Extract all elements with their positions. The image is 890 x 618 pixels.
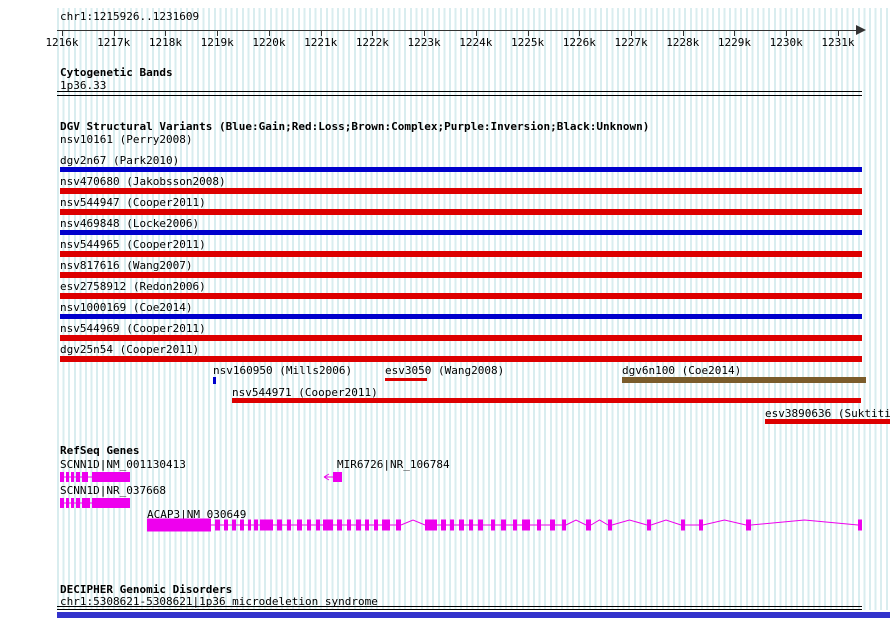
variant-bar[interactable]: [213, 377, 216, 384]
variant-label: nsv10161 (Perry2008): [60, 134, 192, 146]
ruler-tick-label: 1230k: [768, 37, 804, 49]
ruler-tick-label: 1223k: [406, 37, 442, 49]
variant-bar[interactable]: [60, 335, 862, 341]
variant-bar[interactable]: [385, 378, 427, 381]
variant-bar[interactable]: [60, 251, 862, 257]
ruler-tick-label: 1218k: [147, 37, 183, 49]
ruler-tick-label: 1231k: [820, 37, 856, 49]
variant-label: nsv160950 (Mills2006): [213, 365, 352, 377]
ruler-tick-label: 1225k: [510, 37, 546, 49]
variant-label: nsv544965 (Cooper2011): [60, 239, 206, 251]
region-label: chr1:1215926..1231609: [60, 11, 199, 23]
variant-label: nsv817616 (Wang2007): [60, 260, 192, 272]
variant-bar[interactable]: [765, 419, 890, 424]
variant-label: dgv6n100 (Coe2014): [622, 365, 741, 377]
ruler-tick-label: 1217k: [96, 37, 132, 49]
variant-bar[interactable]: [60, 209, 862, 215]
variant-label: nsv1000169 (Coe2014): [60, 302, 192, 314]
ruler-tick-label: 1220k: [251, 37, 287, 49]
cytoband-box[interactable]: [57, 91, 862, 96]
ruler-tick-label: 1224k: [458, 37, 494, 49]
section-title-dgv: DGV Structural Variants (Blue:Gain;Red:L…: [60, 121, 649, 133]
ruler-tick-label: 1222k: [354, 37, 390, 49]
gene-label: MIR6726|NR_106784: [337, 459, 450, 471]
variant-bar[interactable]: [60, 356, 862, 362]
ruler-tick-label: 1216k: [44, 37, 80, 49]
gene-glyph[interactable]: [147, 517, 864, 533]
variant-bar[interactable]: [60, 293, 862, 299]
variant-bar[interactable]: [60, 167, 862, 172]
ruler-tick-label: 1226k: [561, 37, 597, 49]
variant-bar[interactable]: [232, 398, 861, 403]
variant-label: nsv469848 (Locke2006): [60, 218, 199, 230]
variant-bar[interactable]: [60, 272, 862, 278]
variant-bar[interactable]: [60, 230, 862, 235]
variant-label: nsv470680 (Jakobsson2008): [60, 176, 226, 188]
variant-label: dgv25n54 (Cooper2011): [60, 344, 199, 356]
genome-browser: chr1:1215926..1231609 Cytogenetic Bands …: [0, 0, 890, 618]
ruler-tick-label: 1227k: [613, 37, 649, 49]
variant-label: dgv2n67 (Park2010): [60, 155, 179, 167]
variant-label: esv3050 (Wang2008): [385, 365, 504, 377]
ruler-tick-label: 1229k: [716, 37, 752, 49]
variant-bar[interactable]: [60, 314, 862, 319]
variant-label: nsv544969 (Cooper2011): [60, 323, 206, 335]
section-title-cytogenetic: Cytogenetic Bands: [60, 67, 173, 79]
section-title-refseq: RefSeq Genes: [60, 445, 139, 457]
decipher-feature-box[interactable]: [57, 606, 862, 610]
gene-glyph[interactable]: [333, 469, 344, 485]
ruler-tick-label: 1228k: [665, 37, 701, 49]
ruler-tick-label: 1221k: [303, 37, 339, 49]
variant-label: esv2758912 (Redon2006): [60, 281, 206, 293]
variant-bar[interactable]: [60, 188, 862, 194]
ruler-arrow-icon: [856, 25, 866, 35]
ruler-line: [57, 30, 857, 31]
gene-glyph[interactable]: [60, 495, 132, 511]
variant-label: nsv544947 (Cooper2011): [60, 197, 206, 209]
variant-bar[interactable]: [622, 377, 866, 383]
ruler-tick-label: 1219k: [199, 37, 235, 49]
overview-scrollbar[interactable]: [57, 612, 890, 618]
gene-glyph[interactable]: [60, 469, 132, 485]
